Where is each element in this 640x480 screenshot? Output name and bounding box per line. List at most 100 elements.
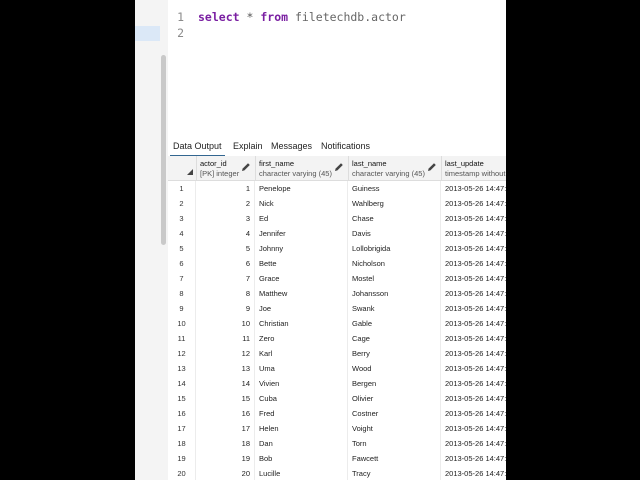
column-header-actor-id[interactable]: actor_id [PK] integer [196,156,256,180]
table-row[interactable]: 9 9 Joe Swank 2013-05-26 14:47:5 [168,301,506,317]
cell-last-name[interactable]: Torn [348,436,441,451]
cell-last-update[interactable]: 2013-05-26 14:47:5 [441,466,506,480]
table-row[interactable]: 7 7 Grace Mostel 2013-05-26 14:47:5 [168,271,506,287]
cell-last-update[interactable]: 2013-05-26 14:47:5 [441,241,506,256]
cell-last-update[interactable]: 2013-05-26 14:47:5 [441,211,506,226]
row-number[interactable]: 16 [168,406,196,421]
table-row[interactable]: 18 18 Dan Torn 2013-05-26 14:47:5 [168,436,506,452]
row-number[interactable]: 7 [168,271,196,286]
row-number[interactable]: 20 [168,466,196,480]
row-number[interactable]: 14 [168,376,196,391]
cell-last-update[interactable]: 2013-05-26 14:47:5 [441,286,506,301]
table-row[interactable]: 14 14 Vivien Bergen 2013-05-26 14:47:5 [168,376,506,392]
cell-first-name[interactable]: Joe [255,301,348,316]
cell-first-name[interactable]: Grace [255,271,348,286]
cell-actor-id[interactable]: 8 [196,286,255,301]
cell-last-update[interactable]: 2013-05-26 14:47:5 [441,316,506,331]
cell-last-name[interactable]: Voight [348,421,441,436]
cell-first-name[interactable]: Jennifer [255,226,348,241]
row-number[interactable]: 3 [168,211,196,226]
cell-last-update[interactable]: 2013-05-26 14:47:5 [441,256,506,271]
cell-last-update[interactable]: 2013-05-26 14:47:5 [441,301,506,316]
tab-explain[interactable]: Explain [230,138,266,155]
table-row[interactable]: 4 4 Jennifer Davis 2013-05-26 14:47:5 [168,226,506,242]
cell-last-name[interactable]: Chase [348,211,441,226]
row-number[interactable]: 19 [168,451,196,466]
table-row[interactable]: 6 6 Bette Nicholson 2013-05-26 14:47:5 [168,256,506,272]
cell-actor-id[interactable]: 4 [196,226,255,241]
row-number[interactable]: 15 [168,391,196,406]
cell-first-name[interactable]: Christian [255,316,348,331]
row-number[interactable]: 10 [168,316,196,331]
cell-last-update[interactable]: 2013-05-26 14:47:5 [441,181,506,196]
cell-last-update[interactable]: 2013-05-26 14:47:5 [441,271,506,286]
cell-last-name[interactable]: Costner [348,406,441,421]
cell-last-name[interactable]: Fawcett [348,451,441,466]
tab-messages[interactable]: Messages [268,138,315,155]
table-row[interactable]: 13 13 Uma Wood 2013-05-26 14:47:5 [168,361,506,377]
cell-last-name[interactable]: Olivier [348,391,441,406]
cell-actor-id[interactable]: 7 [196,271,255,286]
row-number[interactable]: 4 [168,226,196,241]
cell-first-name[interactable]: Matthew [255,286,348,301]
cell-first-name[interactable]: Lucille [255,466,348,480]
table-row[interactable]: 16 16 Fred Costner 2013-05-26 14:47:5 [168,406,506,422]
cell-last-update[interactable]: 2013-05-26 14:47:5 [441,421,506,436]
cell-last-name[interactable]: Swank [348,301,441,316]
editor-line-2[interactable]: 2 [168,25,184,41]
cell-actor-id[interactable]: 1 [196,181,255,196]
cell-first-name[interactable]: Cuba [255,391,348,406]
table-row[interactable]: 2 2 Nick Wahlberg 2013-05-26 14:47:5 [168,196,506,212]
table-row[interactable]: 5 5 Johnny Lollobrigida 2013-05-26 14:47:5 [168,241,506,257]
table-row[interactable]: 19 19 Bob Fawcett 2013-05-26 14:47:5 [168,451,506,467]
cell-last-update[interactable]: 2013-05-26 14:47:5 [441,406,506,421]
cell-last-name[interactable]: Wahlberg [348,196,441,211]
cell-actor-id[interactable]: 3 [196,211,255,226]
cell-actor-id[interactable]: 14 [196,376,255,391]
cell-first-name[interactable]: Uma [255,361,348,376]
row-number[interactable]: 11 [168,331,196,346]
cell-last-name[interactable]: Gable [348,316,441,331]
table-row[interactable]: 20 20 Lucille Tracy 2013-05-26 14:47:5 [168,466,506,480]
pencil-icon[interactable] [333,161,345,173]
cell-first-name[interactable]: Nick [255,196,348,211]
cell-actor-id[interactable]: 13 [196,361,255,376]
cell-last-name[interactable]: Mostel [348,271,441,286]
cell-first-name[interactable]: Johnny [255,241,348,256]
table-row[interactable]: 17 17 Helen Voight 2013-05-26 14:47:5 [168,421,506,437]
cell-last-update[interactable]: 2013-05-26 14:47:5 [441,391,506,406]
table-row[interactable]: 10 10 Christian Gable 2013-05-26 14:47:5 [168,316,506,332]
cell-last-name[interactable]: Bergen [348,376,441,391]
cell-last-update[interactable]: 2013-05-26 14:47:5 [441,346,506,361]
cell-last-name[interactable]: Johansson [348,286,441,301]
row-number[interactable]: 6 [168,256,196,271]
row-number[interactable]: 1 [168,181,196,196]
table-row[interactable]: 15 15 Cuba Olivier 2013-05-26 14:47:5 [168,391,506,407]
cell-actor-id[interactable]: 16 [196,406,255,421]
row-number[interactable]: 17 [168,421,196,436]
table-row[interactable]: 3 3 Ed Chase 2013-05-26 14:47:5 [168,211,506,227]
cell-first-name[interactable]: Karl [255,346,348,361]
cell-last-update[interactable]: 2013-05-26 14:47:5 [441,361,506,376]
cell-actor-id[interactable]: 12 [196,346,255,361]
column-header-last-update[interactable]: last_update timestamp without [441,156,506,180]
cell-actor-id[interactable]: 2 [196,196,255,211]
cell-actor-id[interactable]: 10 [196,316,255,331]
cell-first-name[interactable]: Bette [255,256,348,271]
row-number[interactable]: 9 [168,301,196,316]
table-row[interactable]: 12 12 Karl Berry 2013-05-26 14:47:5 [168,346,506,362]
cell-first-name[interactable]: Zero [255,331,348,346]
cell-actor-id[interactable]: 11 [196,331,255,346]
pencil-icon[interactable] [240,161,252,173]
tab-data-output[interactable]: Data Output [170,138,225,156]
cell-first-name[interactable]: Bob [255,451,348,466]
row-number[interactable]: 2 [168,196,196,211]
row-number[interactable]: 5 [168,241,196,256]
cell-last-update[interactable]: 2013-05-26 14:47:5 [441,331,506,346]
cell-first-name[interactable]: Vivien [255,376,348,391]
sql-statement[interactable]: select * from filetechdb.actor [198,9,406,25]
row-number[interactable]: 12 [168,346,196,361]
cell-first-name[interactable]: Penelope [255,181,348,196]
tab-notifications[interactable]: Notifications [318,138,373,155]
cell-last-update[interactable]: 2013-05-26 14:47:5 [441,436,506,451]
